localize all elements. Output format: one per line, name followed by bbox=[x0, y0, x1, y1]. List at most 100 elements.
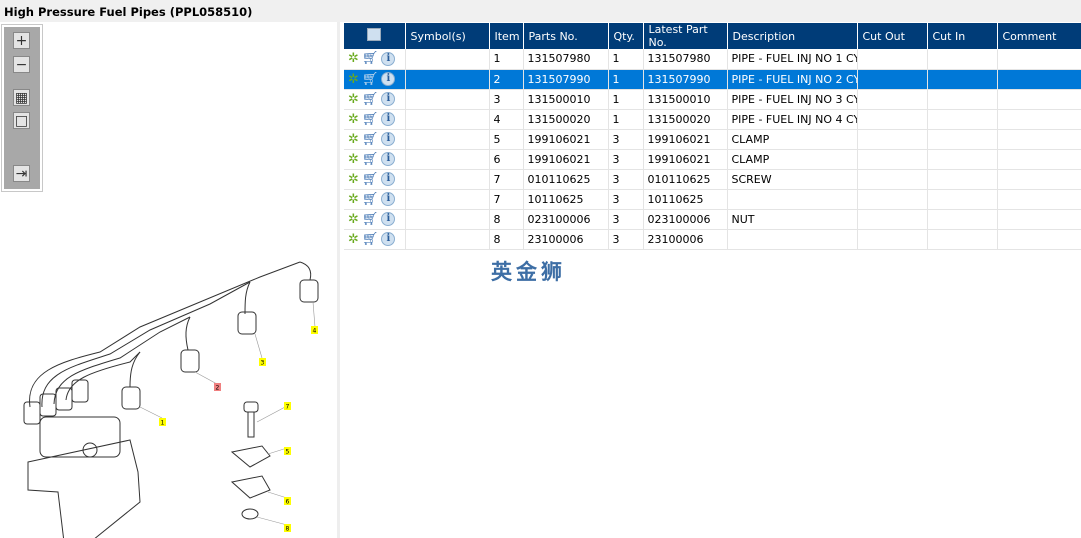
row-actions: ✲ 🛒︎ i bbox=[344, 149, 406, 170]
gear-icon[interactable]: ✲ bbox=[348, 92, 359, 107]
table-row[interactable]: ✲ 🛒︎ i 4 131500020 1 131500020 PIPE - FUEL INJ … bbox=[344, 109, 1081, 130]
table-row[interactable]: ✲ 🛒︎ i 8 23100006 3 23100006 bbox=[344, 229, 1081, 250]
gear-icon[interactable]: ✲ bbox=[348, 152, 359, 167]
callout-label: 6 bbox=[286, 499, 290, 506]
callout-5[interactable]: 5 bbox=[284, 447, 291, 456]
latest-cell: 131500010 bbox=[643, 89, 728, 110]
info-icon[interactable]: i bbox=[381, 232, 396, 246]
exploded-diagram[interactable]: 1 2 3 4 5 6 7 8 bbox=[0, 22, 340, 538]
callout-8[interactable]: 8 bbox=[284, 524, 291, 533]
cart-icon[interactable]: 🛒︎ bbox=[362, 152, 379, 167]
cart-icon[interactable]: 🛒︎ bbox=[362, 172, 379, 187]
part-cell: 131507990 bbox=[523, 69, 609, 90]
cart-icon[interactable]: 🛒︎ bbox=[362, 112, 379, 127]
callout-6[interactable]: 6 bbox=[284, 497, 291, 506]
cut-out-cell bbox=[857, 229, 928, 250]
row-actions: ✲ 🛒︎ i bbox=[344, 209, 406, 230]
callout-label: 7 bbox=[286, 404, 290, 411]
diagram-panel[interactable]: + − ▦ □ ⇥ 12 3 4 5 6 7 8 bbox=[0, 22, 340, 538]
info-icon[interactable]: i bbox=[381, 212, 396, 226]
gear-icon[interactable]: ✲ bbox=[348, 112, 359, 127]
info-icon[interactable]: i bbox=[381, 72, 396, 86]
callout-label: 4 bbox=[313, 328, 317, 335]
column-header[interactable]: Parts No. bbox=[523, 23, 609, 49]
cart-icon[interactable]: 🛒︎ bbox=[362, 232, 379, 247]
item-cell: 1 bbox=[489, 49, 524, 70]
comment-cell bbox=[997, 229, 1081, 250]
row-actions: ✲ 🛒︎ i bbox=[344, 129, 406, 150]
comment-cell bbox=[997, 109, 1081, 130]
cut-out-cell bbox=[857, 129, 928, 150]
gear-icon[interactable]: ✲ bbox=[348, 212, 359, 227]
cut-in-cell bbox=[927, 229, 998, 250]
callout-2[interactable]: 2 bbox=[214, 383, 221, 392]
comment-cell bbox=[997, 169, 1081, 190]
desc-cell: PIPE - FUEL INJ NO 3 CYL bbox=[727, 89, 858, 110]
gear-icon[interactable]: ✲ bbox=[348, 192, 359, 207]
column-header[interactable]: Description bbox=[727, 23, 858, 49]
column-header[interactable]: Item bbox=[489, 23, 524, 49]
column-header[interactable]: Cut In bbox=[927, 23, 998, 49]
table-row[interactable]: ✲ 🛒︎ i 3 131500010 1 131500010 PIPE - FUEL INJ … bbox=[344, 89, 1081, 110]
table-row[interactable]: ✲ 🛒︎ i 7 010110625 3 010110625 SCREW bbox=[344, 169, 1081, 190]
column-header[interactable]: Latest Part No. bbox=[643, 23, 728, 49]
column-header[interactable]: Symbol(s) bbox=[405, 23, 490, 49]
symbols-cell bbox=[405, 229, 490, 250]
qty-cell: 1 bbox=[608, 49, 644, 70]
symbols-cell bbox=[405, 129, 490, 150]
table-row[interactable]: ✲ 🛒︎ i 7 10110625 3 10110625 bbox=[344, 189, 1081, 210]
info-icon[interactable]: i bbox=[381, 112, 396, 126]
qty-cell: 3 bbox=[608, 229, 644, 250]
column-header[interactable]: Qty. bbox=[608, 23, 644, 49]
parts-table: Symbol(s) Item Parts No. Qty. Latest Part No… bbox=[344, 23, 1081, 250]
gear-icon[interactable]: ✲ bbox=[348, 172, 359, 187]
info-icon[interactable]: i bbox=[381, 51, 396, 66]
table-row[interactable]: ✲ 🛒︎ i 1 131507980 1 131507980 PIPE - FUEL INJ … bbox=[344, 49, 1081, 70]
info-icon[interactable]: i bbox=[381, 152, 396, 166]
cart-icon[interactable]: 🛒︎ bbox=[362, 212, 379, 227]
table-row[interactable]: ✲ 🛒︎ i 8 023100006 3 023100006 NUT bbox=[344, 209, 1081, 230]
column-header[interactable]: Cut Out bbox=[857, 23, 928, 49]
cut-in-cell bbox=[927, 109, 998, 130]
cut-in-cell bbox=[927, 49, 998, 70]
cut-in-cell bbox=[927, 189, 998, 210]
search-icon[interactable] bbox=[367, 28, 382, 41]
callout-label: 2 bbox=[216, 385, 220, 392]
gear-icon[interactable]: ✲ bbox=[348, 51, 359, 66]
table-row[interactable]: ✲ 🛒︎ i 5 199106021 3 199106021 CLAMP bbox=[344, 129, 1081, 150]
part-cell: 131507980 bbox=[523, 49, 609, 70]
gear-icon[interactable]: ✲ bbox=[348, 132, 359, 147]
callout-3[interactable]: 3 bbox=[259, 358, 266, 367]
info-icon[interactable]: i bbox=[381, 132, 396, 146]
cut-out-cell bbox=[857, 189, 928, 210]
qty-cell: 3 bbox=[608, 149, 644, 170]
desc-cell bbox=[727, 229, 858, 250]
callout-7[interactable]: 7 bbox=[284, 402, 291, 411]
callout-label: 5 bbox=[286, 449, 290, 456]
qty-cell: 1 bbox=[608, 89, 644, 110]
cart-icon[interactable]: 🛒︎ bbox=[362, 132, 379, 147]
cut-out-cell bbox=[857, 49, 928, 70]
column-header[interactable]: Comment bbox=[997, 23, 1081, 49]
symbols-cell bbox=[405, 189, 490, 210]
cut-out-cell bbox=[857, 209, 928, 230]
cart-icon[interactable]: 🛒︎ bbox=[362, 192, 379, 207]
cart-icon[interactable]: 🛒︎ bbox=[362, 92, 379, 107]
gear-icon[interactable]: ✲ bbox=[348, 72, 359, 87]
part-cell: 199106021 bbox=[523, 129, 609, 150]
latest-cell: 131507990 bbox=[643, 69, 728, 90]
info-icon[interactable]: i bbox=[381, 192, 396, 206]
part-cell: 131500010 bbox=[523, 89, 609, 110]
table-row[interactable]: ✲ 🛒︎ i 6 199106021 3 199106021 CLAMP bbox=[344, 149, 1081, 170]
info-icon[interactable]: i bbox=[381, 92, 396, 106]
callout-1[interactable]: 1 bbox=[159, 418, 166, 427]
cart-icon[interactable]: 🛒︎ bbox=[362, 72, 379, 87]
row-actions: ✲ 🛒︎ i bbox=[344, 229, 406, 250]
part-cell: 10110625 bbox=[523, 189, 609, 210]
cart-icon[interactable]: 🛒︎ bbox=[362, 51, 379, 66]
table-row[interactable]: ✲ 🛒︎ i 2 131507990 1 131507990 PIPE - FUEL INJ … bbox=[344, 69, 1081, 90]
gear-icon[interactable]: ✲ bbox=[348, 232, 359, 247]
info-icon[interactable]: i bbox=[381, 172, 396, 186]
callout-4[interactable]: 4 bbox=[311, 326, 318, 335]
find-column-header[interactable] bbox=[344, 23, 406, 49]
